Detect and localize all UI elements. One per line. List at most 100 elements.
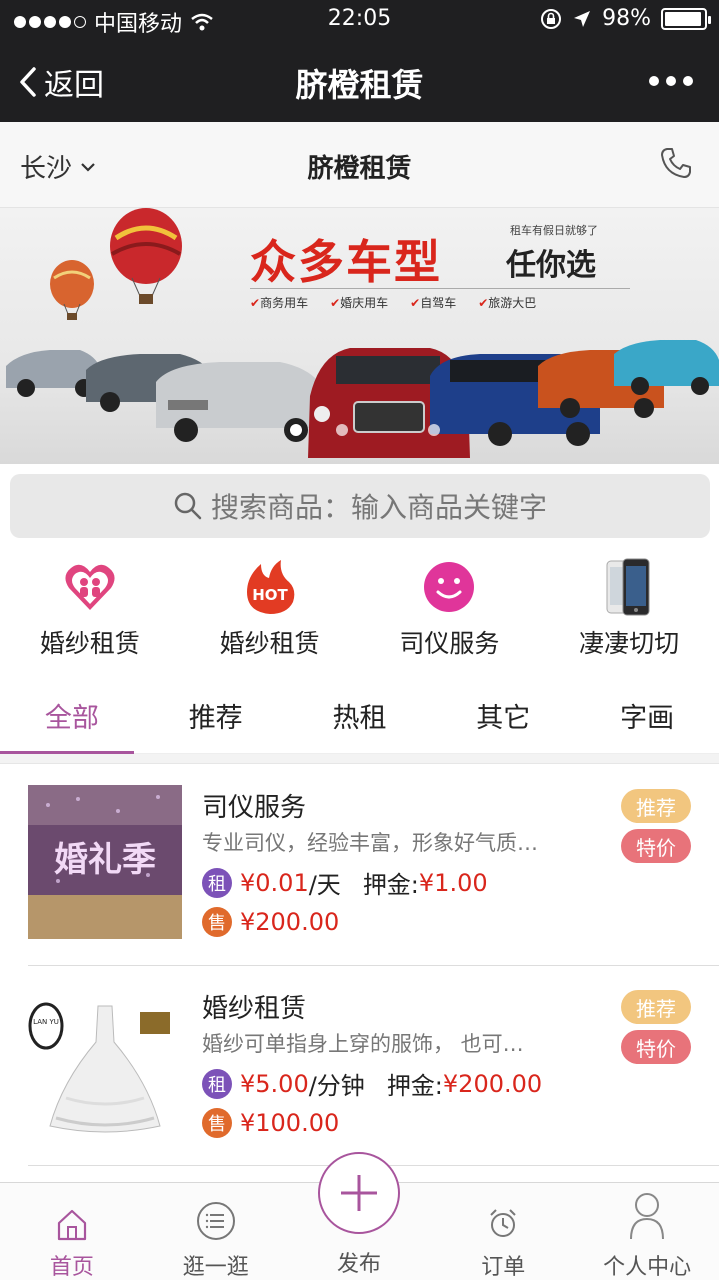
item-thumbnail: 婚礼季 [28, 785, 182, 939]
tab-recommended[interactable]: 推荐 [144, 680, 288, 753]
tab-hot-rent[interactable]: 热租 [288, 680, 432, 753]
bottom-tab-label: 个人中心 [603, 1255, 692, 1280]
banner-tags: 商务用车 婚庆用车 自驾车 旅游大巴 [250, 294, 536, 311]
bottom-tab-label: 订单 [481, 1255, 526, 1280]
alarm-clock-icon [490, 1209, 516, 1237]
shop-title: 脐橙租赁 [307, 154, 412, 184]
rent-badge: 租 [202, 867, 232, 898]
item-thumbnail: LAN YU [28, 986, 182, 1140]
category-label: 凄凄切切 [579, 629, 680, 658]
rotation-lock-icon [541, 8, 562, 29]
deposit-price: ¥200.00 [442, 1069, 543, 1098]
category-label: 婚纱租赁 [39, 629, 140, 658]
filter-tabs: 全部 推荐 热租 其它 字画 [0, 680, 719, 754]
search-icon [174, 492, 202, 520]
hot-air-balloon-icon [110, 208, 182, 304]
wedding-dress-image: LAN YU [28, 986, 182, 1140]
heart-couple-icon [65, 564, 115, 610]
bottom-tab-label: 逛一逛 [182, 1255, 249, 1280]
item-name: 婚纱租赁 [202, 994, 307, 1024]
tab-all[interactable]: 全部 [0, 680, 144, 754]
plus-icon [341, 1175, 377, 1211]
sell-badge: 售 [202, 907, 232, 937]
special-price-tag: 特价 [621, 829, 691, 863]
bottom-tab-home[interactable]: 首页 [0, 1183, 144, 1280]
back-label: 返回 [44, 68, 104, 103]
publish-button[interactable] [318, 1152, 400, 1234]
tab-other[interactable]: 其它 [431, 680, 575, 753]
phone-product-icon [606, 558, 650, 616]
pager-dot[interactable] [428, 424, 440, 436]
thumbnail-text: LAN YU [33, 1018, 59, 1026]
svg-text:HOT: HOT [252, 586, 288, 604]
rent-price: ¥5.00 [240, 1069, 309, 1098]
rent-row: 租 ¥0.01 /天 押金: ¥1.00 [202, 865, 488, 900]
battery-percent: 98% [602, 6, 651, 31]
top-bar: 中国移动 22:05 98% 返回 脐橙租赁 [0, 0, 719, 122]
recommend-tag: 推荐 [621, 789, 691, 823]
back-button[interactable]: 返回 [18, 60, 104, 104]
rent-price: ¥0.01 [240, 868, 309, 897]
hot-air-balloon-small-icon [50, 260, 94, 320]
rent-badge: 租 [202, 1068, 232, 1099]
sell-row: 售 ¥100.00 [202, 1108, 339, 1138]
bottom-tab-orders[interactable]: 订单 [431, 1183, 575, 1280]
city-bar: 长沙 脐橙租赁 [0, 122, 719, 208]
smiley-icon [424, 562, 475, 612]
category-label: 婚纱租赁 [219, 629, 320, 658]
more-menu-button[interactable] [649, 76, 693, 86]
category-row: 婚纱租赁 HOT 婚纱租赁 司仪服务 凄凄切切 [0, 556, 719, 666]
banner-headline: 众多车型 [250, 235, 442, 289]
banner-subheadline: 任你选 [506, 248, 596, 283]
bottom-tab-label: 首页 [49, 1255, 94, 1280]
category-label: 司仪服务 [399, 629, 500, 658]
battery-icon [661, 7, 711, 30]
banner-divider [250, 288, 630, 289]
status-right: 98% [540, 6, 711, 31]
banner-tag: 婚庆用车 [330, 294, 388, 311]
list-item[interactable]: 婚礼季 司仪服务 专业司仪，经验丰富，形象好气质… 租 ¥0.01 /天 押金:… [0, 765, 719, 965]
deposit-price: ¥1.00 [418, 868, 488, 897]
item-description: 专业司仪，经验丰富，形象好气质… [202, 831, 538, 855]
item-description: 婚纱可单指身上穿的服饰， 也可… [202, 1032, 524, 1056]
section-separator [0, 754, 719, 764]
phone-button[interactable] [659, 146, 693, 184]
pager-dot-active[interactable] [290, 424, 302, 436]
tab-calligraphy[interactable]: 字画 [575, 680, 719, 753]
special-price-tag: 特价 [621, 1030, 691, 1064]
thumbnail-text: 婚礼季 [54, 840, 156, 880]
sell-price: ¥100.00 [240, 1109, 340, 1137]
banner-tag: 商务用车 [250, 294, 308, 311]
category-wedding-dress-hot[interactable]: HOT 婚纱租赁 [180, 556, 360, 666]
sell-price: ¥200.00 [240, 908, 340, 936]
rent-row: 租 ¥5.00 /分钟 押金: ¥200.00 [202, 1066, 542, 1101]
rent-unit: /分钟 [308, 1072, 365, 1100]
bottom-tab-browse[interactable]: 逛一逛 [144, 1183, 288, 1280]
banner-tagline: 租车有假日就够了 [510, 224, 598, 237]
banner-tag: 自驾车 [410, 294, 456, 311]
sell-row: 售 ¥200.00 [202, 907, 339, 937]
search-input[interactable]: 搜索商品：输入商品关键字 [10, 474, 710, 538]
sell-badge: 售 [202, 1108, 232, 1138]
chevron-left-icon [20, 67, 36, 97]
category-mc-service[interactable]: 司仪服务 [360, 556, 540, 666]
category-product[interactable]: 凄凄切切 [539, 556, 719, 666]
hot-flame-icon: HOT [246, 560, 294, 614]
category-wedding-dress[interactable]: 婚纱租赁 [0, 556, 180, 666]
more-dot-icon [649, 76, 659, 86]
bottom-tab-profile[interactable]: 个人中心 [575, 1183, 719, 1280]
item-name: 司仪服务 [202, 793, 307, 823]
pager-dot[interactable] [336, 424, 348, 436]
promo-banner[interactable]: 租车有假日就够了 众多车型 任你选 商务用车 婚庆用车 自驾车 旅游大巴 [0, 208, 719, 464]
recommend-tag: 推荐 [621, 990, 691, 1024]
cars-illustration [6, 340, 719, 458]
banner-tag: 旅游大巴 [478, 294, 536, 311]
deposit-label: 押金: [362, 871, 419, 899]
search-placeholder: 搜索商品：输入商品关键字 [210, 491, 547, 524]
list-circle-icon [196, 1202, 235, 1240]
nav-bar: 返回 脐橙租赁 [0, 40, 719, 122]
page-title: 脐橙租赁 [295, 66, 424, 104]
banner-pager [290, 424, 440, 436]
person-icon [630, 1193, 665, 1240]
list-item[interactable]: LAN YU 婚纱租赁 婚纱可单指身上穿的服饰， 也可… 租 ¥5.00 /分钟… [0, 966, 719, 1166]
